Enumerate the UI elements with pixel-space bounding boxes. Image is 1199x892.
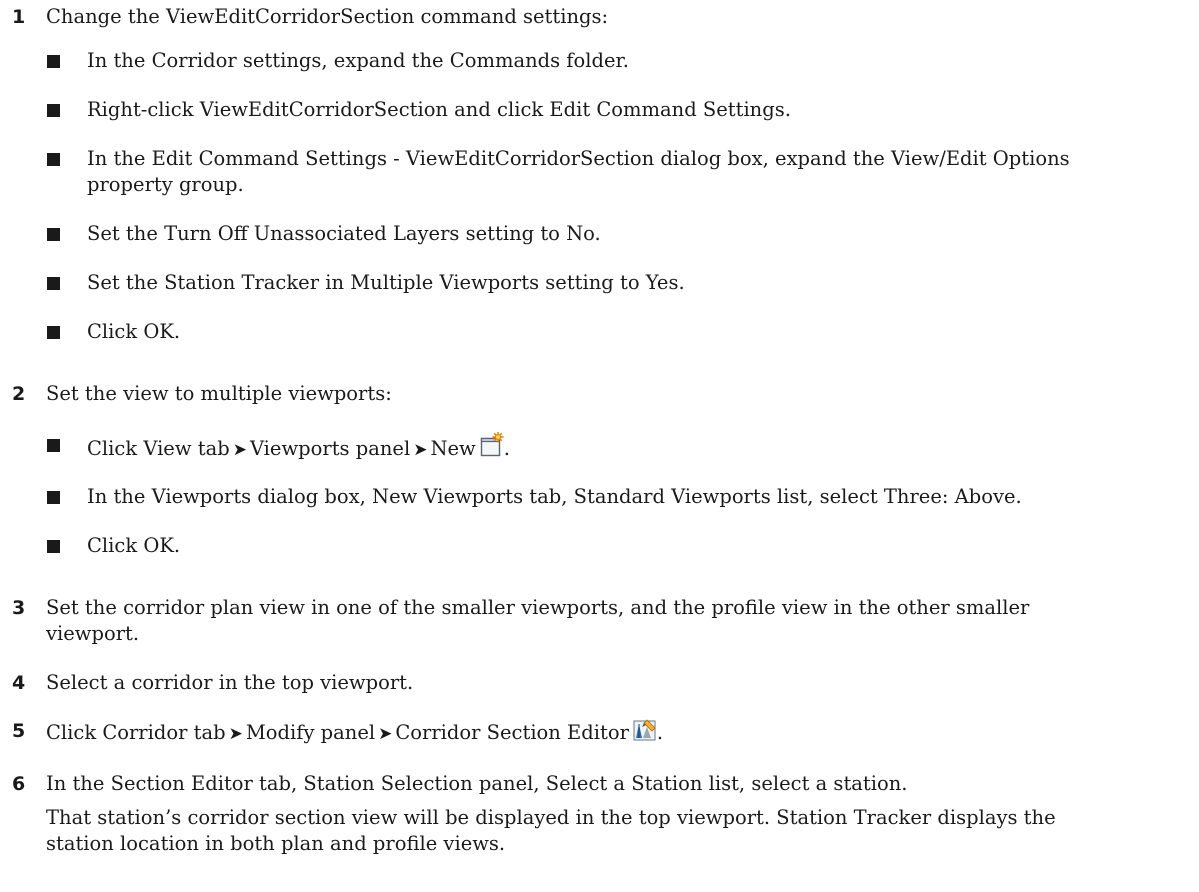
bullet-text: In the Corridor settings, expand the Com… xyxy=(87,49,629,72)
bullet-text: In the Viewports dialog box, New Viewpor… xyxy=(87,485,1022,508)
period: . xyxy=(503,437,510,460)
step-text: viewport. xyxy=(46,622,140,645)
step-text: Select a corridor in the top viewport. xyxy=(46,671,414,694)
step-text: Set the view to multiple viewports: xyxy=(46,382,392,405)
note-text: station location in both plan and profil… xyxy=(46,832,506,855)
bullet-text: In the Edit Command Settings - ViewEditC… xyxy=(87,147,1070,170)
step-text: Click Corridor tab ➤ Modify panel ➤ Corridor… xyxy=(46,718,1186,749)
step-text: In the Section Editor tab, Station Selec… xyxy=(46,772,908,795)
arrow-icon: ➤ xyxy=(228,724,243,744)
step-text: Set the corridor plan view in one of the… xyxy=(46,596,1030,619)
ui-path-segment: Modify panel xyxy=(245,721,376,744)
bullet-square-icon xyxy=(47,153,60,166)
ui-path-segment: Corridor Section Editor xyxy=(395,721,629,744)
arrow-icon: ➤ xyxy=(413,440,428,460)
bullet-square-icon xyxy=(47,326,60,339)
period: . xyxy=(656,721,664,744)
ui-path-segment: Click View tab xyxy=(87,437,230,460)
bullet-square-icon xyxy=(47,228,60,241)
bullet-text: Click View tab ➤ Viewports panel ➤ New. xyxy=(87,431,1187,465)
bullet-text: property group. xyxy=(87,173,244,196)
step-number: 1 xyxy=(12,6,26,28)
note-text: That station’s corridor section view wil… xyxy=(46,806,1056,829)
bullet-text: Right-click ViewEditCorridorSection and … xyxy=(87,98,791,121)
bullet-square-icon xyxy=(47,104,60,117)
bullet-text: Set the Station Tracker in Multiple View… xyxy=(87,271,685,294)
bullet-text: Click OK. xyxy=(87,534,181,557)
bullet-square-icon xyxy=(47,540,60,553)
arrow-icon: ➤ xyxy=(232,440,247,460)
bullet-square-icon xyxy=(47,55,60,68)
ui-path-segment: Viewports panel xyxy=(249,437,411,460)
bullet-text: Set the Turn Off Unassociated Layers set… xyxy=(87,222,601,245)
step-number: 2 xyxy=(12,383,26,405)
ui-path-segment: Click Corridor tab xyxy=(46,721,226,744)
arrow-icon: ➤ xyxy=(378,724,393,744)
bullet-square-icon xyxy=(47,277,60,290)
bullet-square-icon xyxy=(47,491,60,504)
step-number: 5 xyxy=(12,720,26,742)
step-number: 6 xyxy=(12,773,26,795)
bullet-text: Click OK. xyxy=(87,320,181,343)
corridor-section-editor-icon xyxy=(633,718,657,749)
step-text: Change the ViewEditCorridorSection comma… xyxy=(46,5,609,28)
new-viewport-icon xyxy=(480,431,504,465)
step-number: 3 xyxy=(12,597,26,619)
step-number: 4 xyxy=(12,672,26,694)
bullet-square-icon xyxy=(47,439,60,452)
ui-path-segment: New xyxy=(430,437,476,460)
